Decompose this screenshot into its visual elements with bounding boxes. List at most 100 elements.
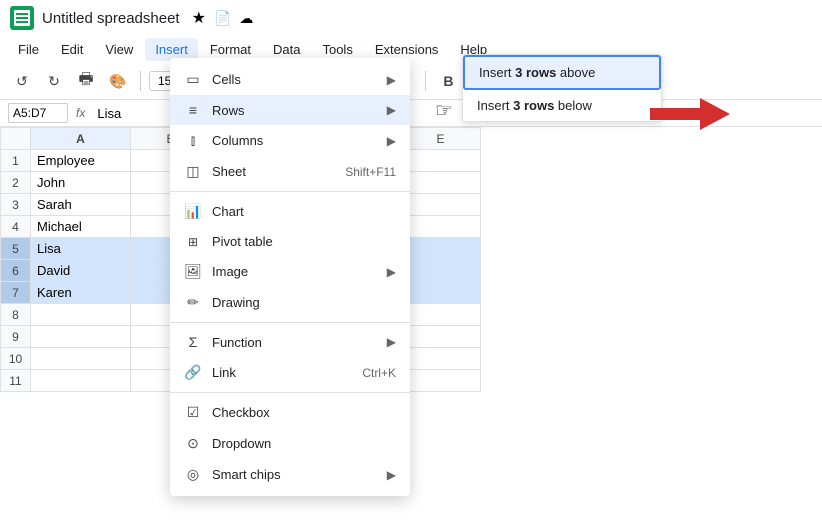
row-header-7[interactable]: 7: [1, 282, 31, 304]
cell-6-E[interactable]: [401, 260, 481, 282]
cell-11-E[interactable]: [401, 370, 481, 392]
image-arrow: ▶: [387, 265, 396, 279]
cells-label: Cells: [212, 72, 377, 87]
link-shortcut: Ctrl+K: [362, 366, 396, 380]
col-header-empty: [1, 128, 31, 150]
insert-cells-item[interactable]: ▭ Cells ▶: [170, 64, 410, 95]
cell-9-A[interactable]: [31, 326, 131, 348]
insert-dropdown-item[interactable]: ⊙ Dropdown: [170, 428, 410, 459]
spreadsheet: A B C D E 1EmployeeDepartment2John00MARK…: [0, 127, 822, 532]
menu-bar: File Edit View Insert Format Data Tools …: [0, 36, 822, 63]
row-header-4[interactable]: 4: [1, 216, 31, 238]
cell-6-A[interactable]: David: [31, 260, 131, 282]
cell-3-A[interactable]: Sarah: [31, 194, 131, 216]
menu-edit[interactable]: Edit: [51, 38, 93, 61]
sheet-icon: ◫: [184, 163, 202, 180]
app-logo: [10, 6, 34, 30]
smartchips-icon: ◎: [184, 466, 202, 483]
checkbox-label: Checkbox: [212, 405, 396, 420]
cell-11-A[interactable]: [31, 370, 131, 392]
function-arrow: ▶: [387, 335, 396, 349]
insert-rows-below-item[interactable]: Insert 3 rows below: [463, 90, 661, 121]
fx-icon: fx: [76, 106, 85, 120]
cell-8-A[interactable]: [31, 304, 131, 326]
link-label: Link: [212, 365, 352, 380]
function-icon: Σ: [184, 334, 202, 350]
print-button[interactable]: 🖶: [72, 67, 100, 95]
cell-4-A[interactable]: Michael: [31, 216, 131, 238]
image-label: Image: [212, 264, 377, 279]
chart-icon: 📊: [184, 203, 202, 220]
insert-function-item[interactable]: Σ Function ▶: [170, 327, 410, 357]
columns-arrow: ▶: [387, 134, 396, 148]
row-header-1[interactable]: 1: [1, 150, 31, 172]
star-icon[interactable]: ★: [192, 8, 206, 28]
row-header-8[interactable]: 8: [1, 304, 31, 326]
cell-7-E[interactable]: [401, 282, 481, 304]
insert-pivot-item[interactable]: ⊞ Pivot table: [170, 227, 410, 256]
cloud-icon[interactable]: ☁: [239, 10, 253, 27]
columns-label: Columns: [212, 133, 377, 148]
rows-arrow: ▶: [387, 103, 396, 117]
col-header-e[interactable]: E: [401, 128, 481, 150]
insert-menu-dropdown[interactable]: ▭ Cells ▶ ≡ Rows ▶ ⫾ Columns ▶ ◫ Sheet S…: [170, 58, 410, 496]
toolbar-sep-1: [140, 71, 141, 91]
row-header-3[interactable]: 3: [1, 194, 31, 216]
cells-icon: ▭: [184, 71, 202, 88]
insert-menu-sep-3: [170, 392, 410, 393]
red-arrow: [650, 96, 730, 135]
cell-10-A[interactable]: [31, 348, 131, 370]
cells-arrow: ▶: [387, 73, 396, 87]
insert-smartchips-item[interactable]: ◎ Smart chips ▶: [170, 459, 410, 490]
menu-view[interactable]: View: [95, 38, 143, 61]
cell-2-E[interactable]: [401, 172, 481, 194]
insert-rows-above-item[interactable]: Insert 3 rows above: [463, 55, 661, 90]
cell-1-A[interactable]: Employee: [31, 150, 131, 172]
row-header-10[interactable]: 10: [1, 348, 31, 370]
col-header-a[interactable]: A: [31, 128, 131, 150]
cell-3-E[interactable]: [401, 194, 481, 216]
menu-file[interactable]: File: [8, 38, 49, 61]
cell-2-A[interactable]: John: [31, 172, 131, 194]
cell-4-E[interactable]: [401, 216, 481, 238]
insert-drawing-item[interactable]: ✏ Drawing: [170, 287, 410, 318]
redo-button[interactable]: ↻: [40, 67, 68, 95]
cell-8-E[interactable]: [401, 304, 481, 326]
bold-button[interactable]: B: [434, 67, 462, 95]
rows-label: Rows: [212, 103, 377, 118]
smartchips-arrow: ▶: [387, 468, 396, 482]
sheet-container: A B C D E 1EmployeeDepartment2John00MARK…: [0, 127, 822, 532]
row-header-5[interactable]: 5: [1, 238, 31, 260]
row-header-6[interactable]: 6: [1, 260, 31, 282]
insert-image-item[interactable]: 🖼 Image ▶: [170, 256, 410, 287]
drawing-icon: ✏: [184, 294, 202, 311]
cell-1-E[interactable]: [401, 150, 481, 172]
cell-5-A[interactable]: Lisa: [31, 238, 131, 260]
cell-9-E[interactable]: [401, 326, 481, 348]
insert-menu-sep-1: [170, 191, 410, 192]
insert-rows-item[interactable]: ≡ Rows ▶: [170, 95, 410, 125]
insert-sheet-item[interactable]: ◫ Sheet Shift+F11: [170, 156, 410, 187]
cell-5-E[interactable]: [401, 238, 481, 260]
pivot-label: Pivot table: [212, 234, 396, 249]
cell-7-A[interactable]: Karen: [31, 282, 131, 304]
paint-format-button[interactable]: 🎨: [104, 67, 132, 95]
cell-10-E[interactable]: [401, 348, 481, 370]
drawing-label: Drawing: [212, 295, 396, 310]
undo-button[interactable]: ↺: [8, 67, 36, 95]
row-header-9[interactable]: 9: [1, 326, 31, 348]
save-icon[interactable]: 📄: [214, 10, 231, 27]
insert-rows-above-label: Insert 3 rows above: [479, 65, 595, 80]
insert-checkbox-item[interactable]: ☑ Checkbox: [170, 397, 410, 428]
cell-reference-input[interactable]: [8, 103, 68, 123]
row-header-2[interactable]: 2: [1, 172, 31, 194]
insert-link-item[interactable]: 🔗 Link Ctrl+K: [170, 357, 410, 388]
dropdown-icon: ⊙: [184, 435, 202, 452]
insert-columns-item[interactable]: ⫾ Columns ▶: [170, 125, 410, 156]
chart-label: Chart: [212, 204, 396, 219]
toolbar: ↺ ↻ 🖶 🎨 150 ▾ Arial ▾ − 11 + B I S A ◆ ⊞…: [0, 63, 822, 100]
row-header-11[interactable]: 11: [1, 370, 31, 392]
insert-chart-item[interactable]: 📊 Chart: [170, 196, 410, 227]
link-icon: 🔗: [184, 364, 202, 381]
columns-icon: ⫾: [184, 132, 202, 149]
